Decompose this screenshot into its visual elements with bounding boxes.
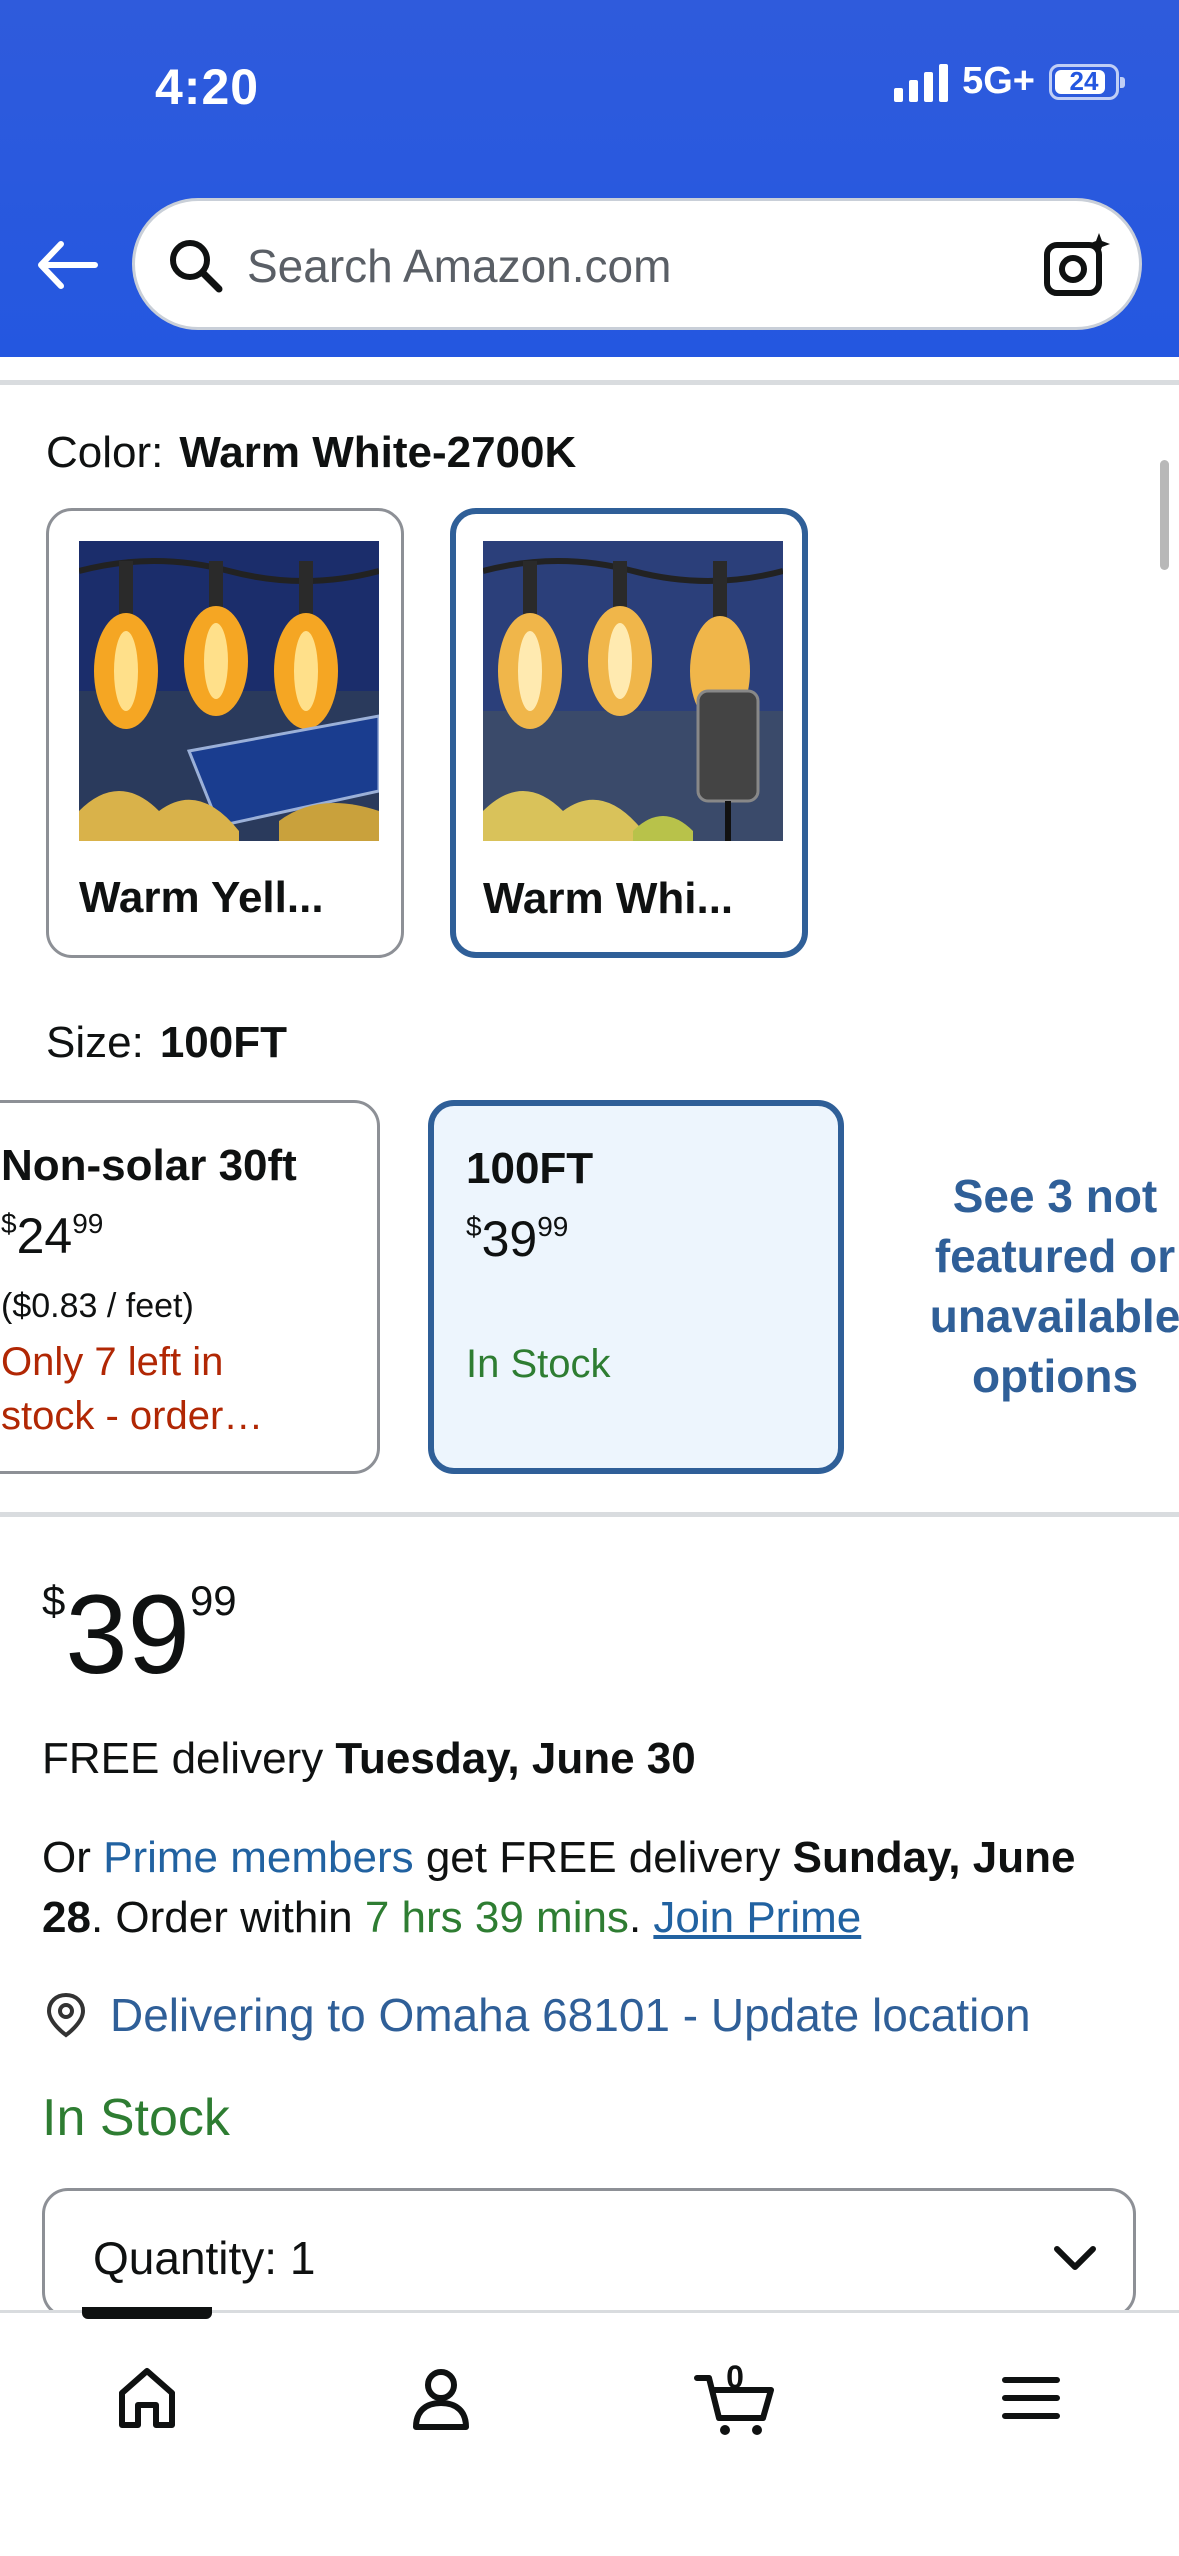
availability-status: In Stock: [42, 2089, 230, 2147]
search-bar[interactable]: [132, 198, 1142, 330]
divider: [0, 1512, 1179, 1517]
quantity-dropdown[interactable]: Quantity: 1: [42, 2188, 1136, 2318]
low-stock-warning: Only 7 left in stock - order…: [1, 1340, 264, 1438]
unit-price: ($0.83 / feet): [1, 1287, 194, 1325]
prime-members-link[interactable]: Prime members: [103, 1833, 414, 1882]
in-stock-label: In Stock: [466, 1342, 611, 1386]
divider: [0, 380, 1179, 385]
color-option-label: Warm Yell...: [79, 873, 324, 922]
battery-level: 24: [1069, 66, 1099, 96]
size-option-100ft[interactable]: 100FT $3999 In Stock: [428, 1100, 844, 1474]
see-more-options-link[interactable]: See 3 not featured or unavailable option…: [905, 1166, 1179, 1406]
product-thumbnail-solar: [79, 541, 379, 841]
account-icon[interactable]: [396, 2353, 486, 2443]
active-tab-indicator: [82, 2307, 212, 2319]
color-option-label: Warm Whi...: [483, 874, 734, 923]
location-pin-icon: [46, 1992, 86, 2038]
join-prime-link[interactable]: Join Prime: [653, 1893, 861, 1942]
color-option-warm-yellow[interactable]: Warm Yell...: [46, 508, 404, 958]
size-option-title: 100FT: [466, 1144, 594, 1193]
selected-size: 100FT: [159, 1018, 287, 1067]
signal-icon: [894, 62, 949, 102]
size-option-title: Non-solar 30ft: [1, 1141, 297, 1190]
search-input[interactable]: [247, 231, 1007, 301]
search-icon: [165, 235, 225, 295]
selected-color: Warm White-2700K: [179, 428, 577, 477]
product-price: $3999: [42, 1572, 237, 1697]
size-option-price: $2499: [1, 1208, 104, 1264]
home-icon[interactable]: [102, 2353, 192, 2443]
status-icons: 5G+ 24: [894, 60, 1125, 103]
size-option-non-solar-30ft[interactable]: Non-solar 30ft $2499 ($0.83 / feet) Only…: [0, 1100, 380, 1474]
bottom-navigation: 0: [0, 2307, 1179, 2556]
free-delivery-info: FREE delivery Tuesday, June 30: [42, 1734, 696, 1783]
network-label: 5G+: [962, 60, 1035, 102]
size-option-price: $3999: [466, 1211, 569, 1267]
delivery-location-link[interactable]: Delivering to Omaha 68101 - Update locat…: [42, 1988, 1031, 2042]
color-option-warm-white[interactable]: Warm Whi...: [450, 508, 808, 958]
camera-search-icon[interactable]: [1041, 229, 1113, 301]
color-label: Color: Warm White-2700K: [46, 428, 576, 478]
back-arrow-icon[interactable]: [32, 230, 102, 300]
menu-icon[interactable]: [986, 2353, 1076, 2443]
delivery-location-text: Delivering to Omaha 68101 - Update locat…: [110, 1989, 1031, 2041]
color-label-text: Color:: [46, 428, 164, 477]
delivery-countdown: 7 hrs 39 mins: [364, 1893, 629, 1942]
prime-delivery-info: Or Prime members get FREE delivery Sunda…: [42, 1833, 1076, 1942]
chevron-down-icon: [1047, 2229, 1103, 2285]
status-time: 4:20: [155, 59, 260, 115]
battery-icon: 24: [1049, 63, 1125, 100]
size-label: Size: 100FT: [46, 1018, 287, 1068]
quantity-label: Quantity: 1: [93, 2232, 316, 2284]
size-label-text: Size:: [46, 1018, 144, 1067]
product-thumbnail-plugin: [483, 541, 783, 841]
header: 4:20 5G+ 24: [0, 0, 1179, 357]
cart-icon[interactable]: 0: [690, 2353, 780, 2443]
cart-count: 0: [726, 2359, 744, 2395]
scrollbar-thumb[interactable]: [1160, 460, 1169, 570]
